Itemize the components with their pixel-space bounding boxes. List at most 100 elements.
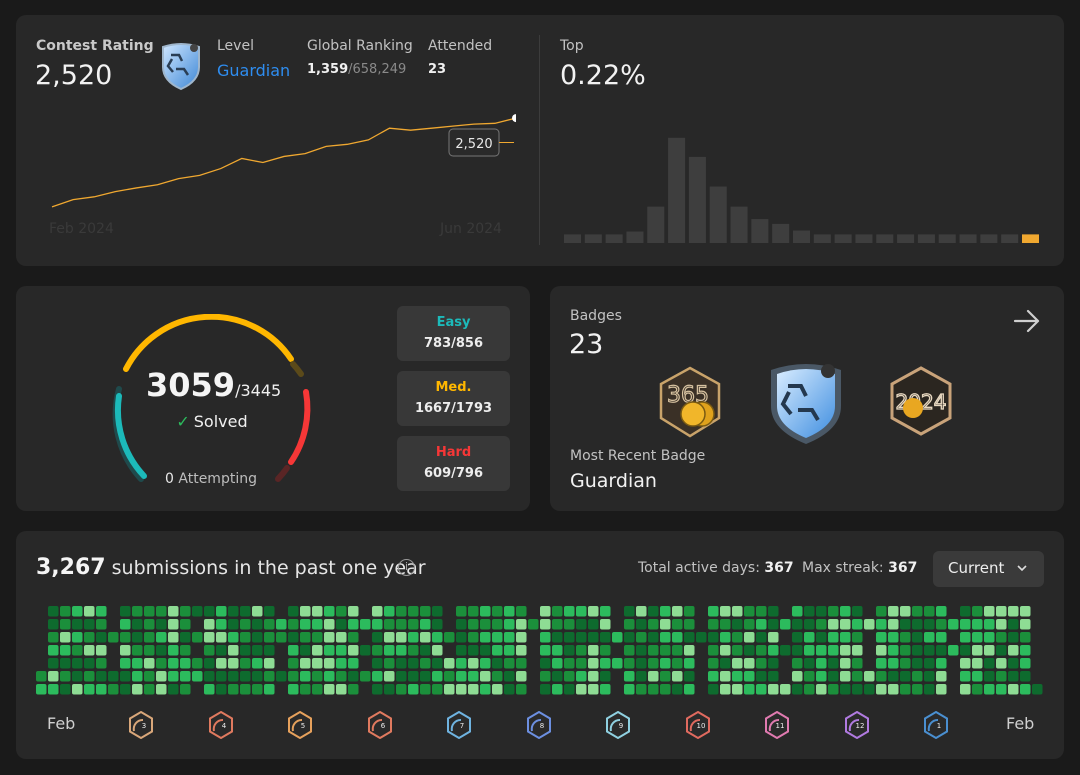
heatmap-cell[interactable]	[660, 619, 671, 630]
heatmap-cell[interactable]	[840, 619, 851, 630]
heatmap-cell[interactable]	[288, 671, 299, 682]
heatmap-cell[interactable]	[768, 658, 779, 669]
heatmap-cell[interactable]	[456, 658, 467, 669]
heatmap-cell[interactable]	[876, 606, 887, 617]
easy-stat-button[interactable]: Easy 783/856	[397, 306, 510, 361]
heatmap-cell[interactable]	[72, 619, 83, 630]
heatmap-cell[interactable]	[804, 671, 815, 682]
heatmap-cell[interactable]	[336, 671, 347, 682]
heatmap-cell[interactable]	[828, 658, 839, 669]
heatmap-cell[interactable]	[948, 645, 959, 656]
heatmap-cell[interactable]	[912, 632, 923, 643]
heatmap-cell[interactable]	[576, 645, 587, 656]
heatmap-cell[interactable]	[792, 606, 803, 617]
heatmap-cell[interactable]	[804, 632, 815, 643]
heatmap-cell[interactable]	[996, 684, 1007, 695]
heatmap-cell[interactable]	[516, 671, 527, 682]
heatmap-cell[interactable]	[396, 645, 407, 656]
heatmap-cell[interactable]	[504, 684, 515, 695]
heatmap-cell[interactable]	[828, 671, 839, 682]
submission-heatmap-grid[interactable]	[36, 606, 1046, 696]
heatmap-cell[interactable]	[780, 619, 791, 630]
heatmap-cell[interactable]	[408, 671, 419, 682]
heatmap-cell[interactable]	[72, 671, 83, 682]
heatmap-cell[interactable]	[672, 619, 683, 630]
heatmap-cell[interactable]	[816, 632, 827, 643]
heatmap-cell[interactable]	[420, 658, 431, 669]
heatmap-cell[interactable]	[156, 619, 167, 630]
heatmap-cell[interactable]	[336, 684, 347, 695]
heatmap-cell[interactable]	[468, 606, 479, 617]
365-days-badge-icon[interactable]: 365	[655, 366, 725, 438]
heatmap-cell[interactable]	[144, 671, 155, 682]
heatmap-cell[interactable]	[132, 671, 143, 682]
heatmap-cell[interactable]	[972, 684, 983, 695]
heatmap-cell[interactable]	[1020, 684, 1031, 695]
heatmap-cell[interactable]	[936, 658, 947, 669]
heatmap-cell[interactable]	[504, 671, 515, 682]
heatmap-cell[interactable]	[396, 684, 407, 695]
heatmap-cell[interactable]	[888, 671, 899, 682]
heatmap-cell[interactable]	[240, 658, 251, 669]
heatmap-cell[interactable]	[84, 684, 95, 695]
heatmap-cell[interactable]	[852, 645, 863, 656]
heatmap-cell[interactable]	[108, 684, 119, 695]
heatmap-cell[interactable]	[168, 632, 179, 643]
heatmap-cell[interactable]	[720, 619, 731, 630]
heatmap-cell[interactable]	[768, 671, 779, 682]
heatmap-cell[interactable]	[72, 645, 83, 656]
heatmap-cell[interactable]	[312, 671, 323, 682]
heatmap-cell[interactable]	[564, 645, 575, 656]
heatmap-cell[interactable]	[288, 632, 299, 643]
heatmap-cell[interactable]	[264, 619, 275, 630]
heatmap-cell[interactable]	[864, 684, 875, 695]
heatmap-cell[interactable]	[816, 619, 827, 630]
heatmap-cell[interactable]	[984, 606, 995, 617]
heatmap-cell[interactable]	[936, 684, 947, 695]
heatmap-cell[interactable]	[384, 606, 395, 617]
heatmap-cell[interactable]	[552, 658, 563, 669]
heatmap-cell[interactable]	[960, 606, 971, 617]
heatmap-cell[interactable]	[732, 606, 743, 617]
heatmap-cell[interactable]	[900, 684, 911, 695]
heatmap-cell[interactable]	[144, 606, 155, 617]
heatmap-cell[interactable]	[804, 619, 815, 630]
heatmap-cell[interactable]	[168, 671, 179, 682]
heatmap-cell[interactable]	[720, 645, 731, 656]
heatmap-cell[interactable]	[240, 619, 251, 630]
heatmap-cell[interactable]	[192, 671, 203, 682]
heatmap-cell[interactable]	[948, 619, 959, 630]
heatmap-cell[interactable]	[540, 684, 551, 695]
heatmap-cell[interactable]	[288, 658, 299, 669]
heatmap-cell[interactable]	[96, 632, 107, 643]
heatmap-cell[interactable]	[996, 645, 1007, 656]
heatmap-cell[interactable]	[732, 632, 743, 643]
heatmap-cell[interactable]	[564, 619, 575, 630]
medium-stat-button[interactable]: Med. 1667/1793	[397, 371, 510, 426]
heatmap-cell[interactable]	[624, 671, 635, 682]
heatmap-cell[interactable]	[252, 619, 263, 630]
heatmap-cell[interactable]	[1020, 632, 1031, 643]
heatmap-cell[interactable]	[204, 658, 215, 669]
heatmap-cell[interactable]	[132, 645, 143, 656]
heatmap-cell[interactable]	[84, 619, 95, 630]
hard-stat-button[interactable]: Hard 609/796	[397, 436, 510, 491]
heatmap-cell[interactable]	[684, 658, 695, 669]
heatmap-cell[interactable]	[144, 619, 155, 630]
heatmap-cell[interactable]	[420, 645, 431, 656]
heatmap-cell[interactable]	[636, 684, 647, 695]
heatmap-cell[interactable]	[60, 645, 71, 656]
heatmap-cell[interactable]	[708, 658, 719, 669]
heatmap-cell[interactable]	[540, 658, 551, 669]
heatmap-cell[interactable]	[708, 619, 719, 630]
heatmap-cell[interactable]	[456, 645, 467, 656]
heatmap-cell[interactable]	[648, 606, 659, 617]
heatmap-cell[interactable]	[120, 619, 131, 630]
heatmap-cell[interactable]	[528, 619, 539, 630]
heatmap-cell[interactable]	[588, 632, 599, 643]
heatmap-cell[interactable]	[240, 684, 251, 695]
heatmap-cell[interactable]	[264, 632, 275, 643]
heatmap-cell[interactable]	[744, 671, 755, 682]
heatmap-cell[interactable]	[636, 606, 647, 617]
heatmap-cell[interactable]	[120, 632, 131, 643]
